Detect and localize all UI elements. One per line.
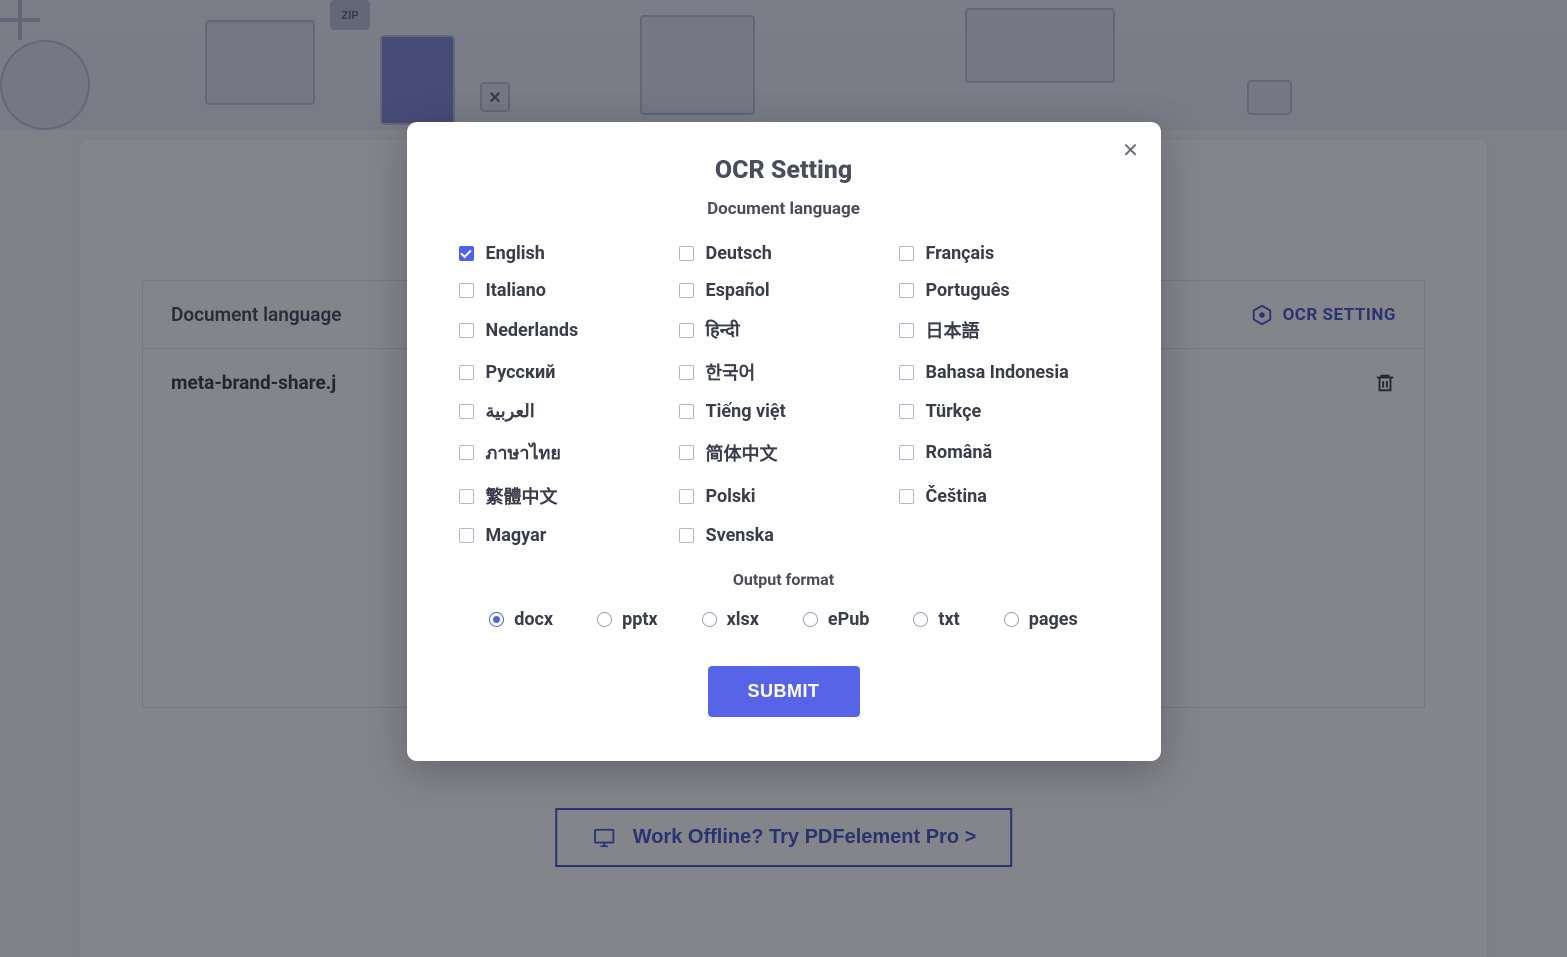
language-label: Tiếng việt [706,401,786,422]
language-option[interactable]: العربية [459,401,669,422]
language-label: Čeština [926,486,987,507]
language-label: Bahasa Indonesia [926,362,1069,383]
language-option[interactable]: 繁體中文 [459,483,669,509]
radio-icon [702,612,717,627]
checkbox-icon [459,489,474,504]
format-option[interactable]: pages [1004,609,1078,630]
language-label: Español [706,280,770,301]
language-label: Deutsch [706,243,772,264]
language-label: Svenska [706,525,774,546]
language-option[interactable]: Português [899,280,1109,301]
checkbox-icon [679,445,694,460]
checkbox-icon [899,404,914,419]
checkbox-icon [899,365,914,380]
checkbox-icon [679,246,694,261]
language-label: 简体中文 [706,440,778,466]
checkbox-icon [679,404,694,419]
checkbox-icon [899,323,914,338]
modal-overlay[interactable]: ✕ OCR Setting Document language English D… [0,0,1567,957]
language-label: Română [926,442,993,463]
language-option[interactable]: Tiếng việt [679,401,889,422]
language-label: Magyar [486,525,547,546]
language-option[interactable]: Bahasa Indonesia [899,359,1109,385]
radio-icon [913,612,928,627]
language-option[interactable]: Español [679,280,889,301]
format-label: ePub [828,609,870,630]
language-option[interactable]: ภาษาไทย [459,438,669,467]
ocr-setting-modal: ✕ OCR Setting Document language English D… [407,122,1161,761]
format-option[interactable]: xlsx [702,609,759,630]
language-option[interactable]: हिन्दी [679,317,889,343]
format-label: pptx [622,609,658,630]
language-option[interactable]: Deutsch [679,243,889,264]
checkbox-icon [459,528,474,543]
language-label: Türkçe [926,401,982,422]
language-label: हिन्दी [706,318,740,342]
format-option[interactable]: txt [913,609,959,630]
format-label: txt [938,609,959,630]
checkbox-icon [679,283,694,298]
checkbox-icon [679,489,694,504]
language-option[interactable]: Nederlands [459,317,669,343]
language-label: Português [926,280,1010,301]
format-option[interactable]: ePub [803,609,870,630]
language-option[interactable]: Русский [459,359,669,385]
close-icon: ✕ [1122,138,1139,163]
language-label: 繁體中文 [486,483,558,509]
language-option[interactable]: Polski [679,483,889,509]
radio-icon [489,612,504,627]
modal-subtitle: Document language [447,199,1121,219]
radio-icon [1004,612,1019,627]
checkbox-icon [459,404,474,419]
output-format-title: Output format [447,570,1121,589]
format-option[interactable]: docx [489,609,553,630]
checkbox-icon [459,323,474,338]
language-option[interactable]: 简体中文 [679,438,889,467]
checkbox-icon [679,528,694,543]
language-option[interactable]: Türkçe [899,401,1109,422]
checkbox-icon [899,283,914,298]
language-label: ภาษาไทย [486,438,561,467]
format-option[interactable]: pptx [597,609,658,630]
checkbox-icon [899,246,914,261]
language-label: 日本語 [926,317,980,343]
output-format-row: docx pptx xlsx ePub txt pages [447,609,1121,630]
language-label: English [486,243,545,264]
language-label: العربية [486,401,535,422]
language-option[interactable]: Italiano [459,280,669,301]
language-option[interactable]: 日本語 [899,317,1109,343]
checkbox-icon [459,365,474,380]
language-option[interactable]: English [459,243,669,264]
language-label: Русский [486,362,556,383]
format-label: xlsx [727,609,759,630]
modal-title: OCR Setting [447,156,1121,185]
checkbox-icon [899,445,914,460]
language-option[interactable]: Română [899,438,1109,467]
language-label: 한국어 [706,359,756,385]
language-label: Polski [706,486,756,507]
language-grid: English Deutsch Français Italiano Español Por… [447,243,1121,546]
language-option[interactable]: Français [899,243,1109,264]
checkbox-icon [899,489,914,504]
close-button[interactable]: ✕ [1119,138,1143,162]
language-label: Français [926,243,995,264]
language-option[interactable]: Čeština [899,483,1109,509]
checkbox-icon [459,283,474,298]
checkbox-icon [459,246,474,261]
checkbox-icon [679,323,694,338]
checkbox-icon [679,365,694,380]
language-option[interactable]: Svenska [679,525,889,546]
language-label: Nederlands [486,320,579,341]
language-option[interactable]: Magyar [459,525,669,546]
language-option[interactable]: 한국어 [679,359,889,385]
radio-icon [597,612,612,627]
checkbox-icon [459,445,474,460]
language-label: Italiano [486,280,546,301]
radio-icon [803,612,818,627]
format-label: docx [514,609,553,630]
format-label: pages [1029,609,1078,630]
submit-button[interactable]: SUBMIT [708,666,860,717]
